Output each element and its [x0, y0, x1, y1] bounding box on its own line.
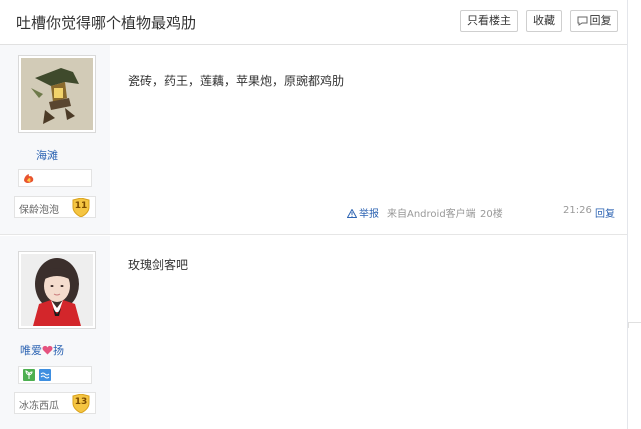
- post-content: 瓷砖，药王，莲藕，苹果炮，原豌都鸡肋: [128, 74, 345, 88]
- thread-header: 吐槽你觉得哪个植物最鸡肋 只看楼主 收藏 回复: [0, 0, 627, 45]
- reply-button[interactable]: 回复: [570, 10, 618, 32]
- username-text: 唯爱: [20, 344, 42, 357]
- level-number-shield: 13: [71, 393, 91, 414]
- post: 海滩 保龄泡泡 11 瓷砖，药王，莲藕，苹果炮，原豌都鸡肋 举报 来自Andro…: [0, 45, 627, 235]
- level-number: 13: [74, 397, 88, 407]
- level-badge[interactable]: 冰冻西瓜 13: [14, 392, 96, 414]
- floor-number: 20楼: [480, 209, 503, 220]
- author-card: 唯爱扬 冰冻西瓜 13: [0, 236, 110, 429]
- avatar[interactable]: [18, 55, 96, 133]
- username[interactable]: 海滩: [36, 147, 58, 163]
- level-name: 冰冻西瓜: [19, 401, 59, 412]
- post-reply-link[interactable]: 回复: [595, 205, 615, 220]
- post: 唯爱扬 冰冻西瓜 13 玫瑰剑客吧: [0, 236, 627, 429]
- thread-panel: 吐槽你觉得哪个植物最鸡肋 只看楼主 收藏 回复 海滩 保龄泡泡 11 瓷砖，药王…: [0, 0, 628, 429]
- badge-row: [18, 366, 92, 384]
- reply-button-label: 回复: [589, 14, 612, 27]
- author-card: 海滩 保龄泡泡 11: [0, 45, 110, 234]
- wave-badge-icon[interactable]: [39, 369, 51, 381]
- level-number-shield: 11: [71, 197, 91, 218]
- report-label: 举报: [359, 209, 379, 220]
- username-suffix: 扬: [53, 344, 64, 357]
- plant-badge-icon[interactable]: [23, 369, 35, 381]
- post-source: 来自Android客户端: [387, 209, 476, 220]
- favorite-button[interactable]: 收藏: [526, 10, 562, 32]
- post-time: 21:26: [563, 205, 592, 216]
- thread-title: 吐槽你觉得哪个植物最鸡肋: [16, 14, 197, 32]
- level-name: 保龄泡泡: [19, 205, 59, 216]
- reply-bubble-icon: [577, 16, 587, 26]
- side-panel-edge: [628, 322, 641, 328]
- username[interactable]: 唯爱扬: [20, 342, 64, 358]
- level-badge[interactable]: 保龄泡泡 11: [14, 196, 96, 218]
- heart-icon: [42, 345, 53, 355]
- badge-row: [18, 169, 92, 187]
- level-number: 11: [74, 201, 88, 211]
- post-content: 玫瑰剑客吧: [128, 258, 189, 272]
- only-op-button[interactable]: 只看楼主: [460, 10, 518, 32]
- warning-icon: [346, 208, 358, 218]
- avatar[interactable]: [18, 251, 96, 329]
- flame-badge-icon[interactable]: [23, 172, 35, 184]
- report-link[interactable]: 举报: [346, 205, 379, 220]
